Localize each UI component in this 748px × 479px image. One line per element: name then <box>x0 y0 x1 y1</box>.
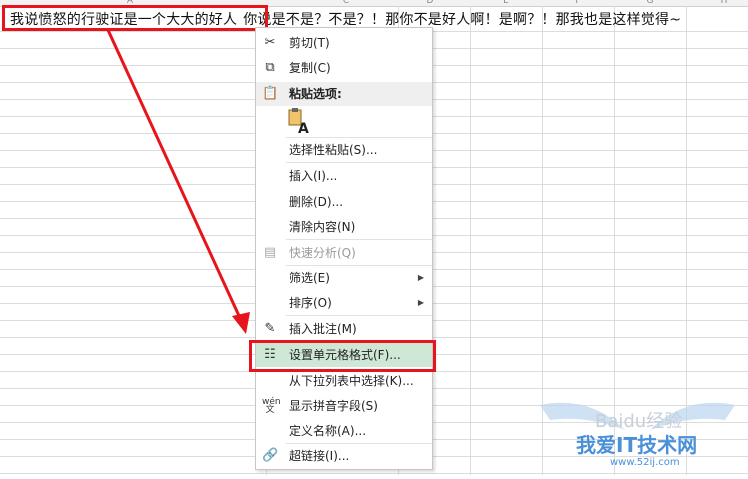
menu-item-clear-contents[interactable]: 清除内容(N) <box>256 215 432 239</box>
menu-item-insert-comment[interactable]: ✎ 插入批注(M) <box>256 317 432 341</box>
submenu-arrow-icon: ▶ <box>417 298 424 307</box>
menu-item-copy[interactable]: ⧉ 复制(C) <box>256 56 432 80</box>
pinyin-icon: wén 文 <box>262 397 281 415</box>
clipboard-icon: 📋 <box>262 86 279 101</box>
watermark-site-url: www.52ij.com <box>610 457 680 468</box>
column-header-e[interactable]: E <box>496 0 516 6</box>
menu-item-pick-from-list[interactable]: 从下拉列表中选择(K)... <box>256 369 432 393</box>
format-cells-highlight-box <box>249 340 436 372</box>
column-header-f[interactable]: F <box>568 0 588 6</box>
menu-item-delete[interactable]: 删除(D)... <box>256 190 432 214</box>
column-header-d[interactable]: D <box>420 0 440 6</box>
menu-item-define-name[interactable]: 定义名称(A)... <box>256 419 432 443</box>
hyperlink-icon: 🔗 <box>262 448 279 463</box>
menu-item-show-pinyin[interactable]: wén 文 显示拼音字段(S) <box>256 394 432 418</box>
watermark: Baidu经验 我爱IT技术网 www.52ij.com <box>530 385 745 475</box>
column-header-h[interactable]: H <box>714 0 734 6</box>
menu-item-quick-analysis: ▤ 快速分析(Q) <box>263 245 356 260</box>
menu-item-sort[interactable]: 排序(O) ▶ <box>256 291 432 315</box>
quick-analysis-icon: ▤ <box>263 245 277 260</box>
column-header-g[interactable]: G <box>640 0 660 6</box>
comment-icon: ✎ <box>264 321 276 336</box>
watermark-site-name: 我爱IT技术网 <box>576 433 698 457</box>
scissors-icon: ✂ <box>264 35 276 50</box>
menu-separator <box>286 239 432 240</box>
menu-item-paste-special[interactable]: 选择性粘贴(S)... <box>256 138 432 162</box>
svg-text:A: A <box>298 121 309 134</box>
menu-item-insert[interactable]: 插入(I)... <box>256 164 432 188</box>
copy-icon: ⧉ <box>265 60 275 75</box>
cell-a1-overflow-text: 你说是不是？不是？！那你不是好人啊！是啊？！那我也是这样觉得~ <box>243 12 682 28</box>
column-header-c[interactable]: C <box>336 0 356 6</box>
menu-paste-options-header: 📋 粘贴选项: <box>256 82 432 106</box>
context-menu: ✂ 剪切(T) ⧉ 复制(C) 📋 粘贴选项: 选择性粘贴(S)... 插入(I… <box>255 27 433 470</box>
menu-separator <box>286 315 432 316</box>
menu-item-filter[interactable]: 筛选(E) ▶ <box>256 266 432 290</box>
paste-values-icon[interactable]: A <box>288 108 310 134</box>
menu-item-hyperlink[interactable]: 🔗 超链接(I)... <box>256 444 432 468</box>
submenu-arrow-icon: ▶ <box>417 273 424 282</box>
selected-cell-highlight-box <box>2 5 268 31</box>
menu-separator <box>286 162 432 163</box>
menu-item-cut[interactable]: ✂ 剪切(T) <box>256 31 432 55</box>
